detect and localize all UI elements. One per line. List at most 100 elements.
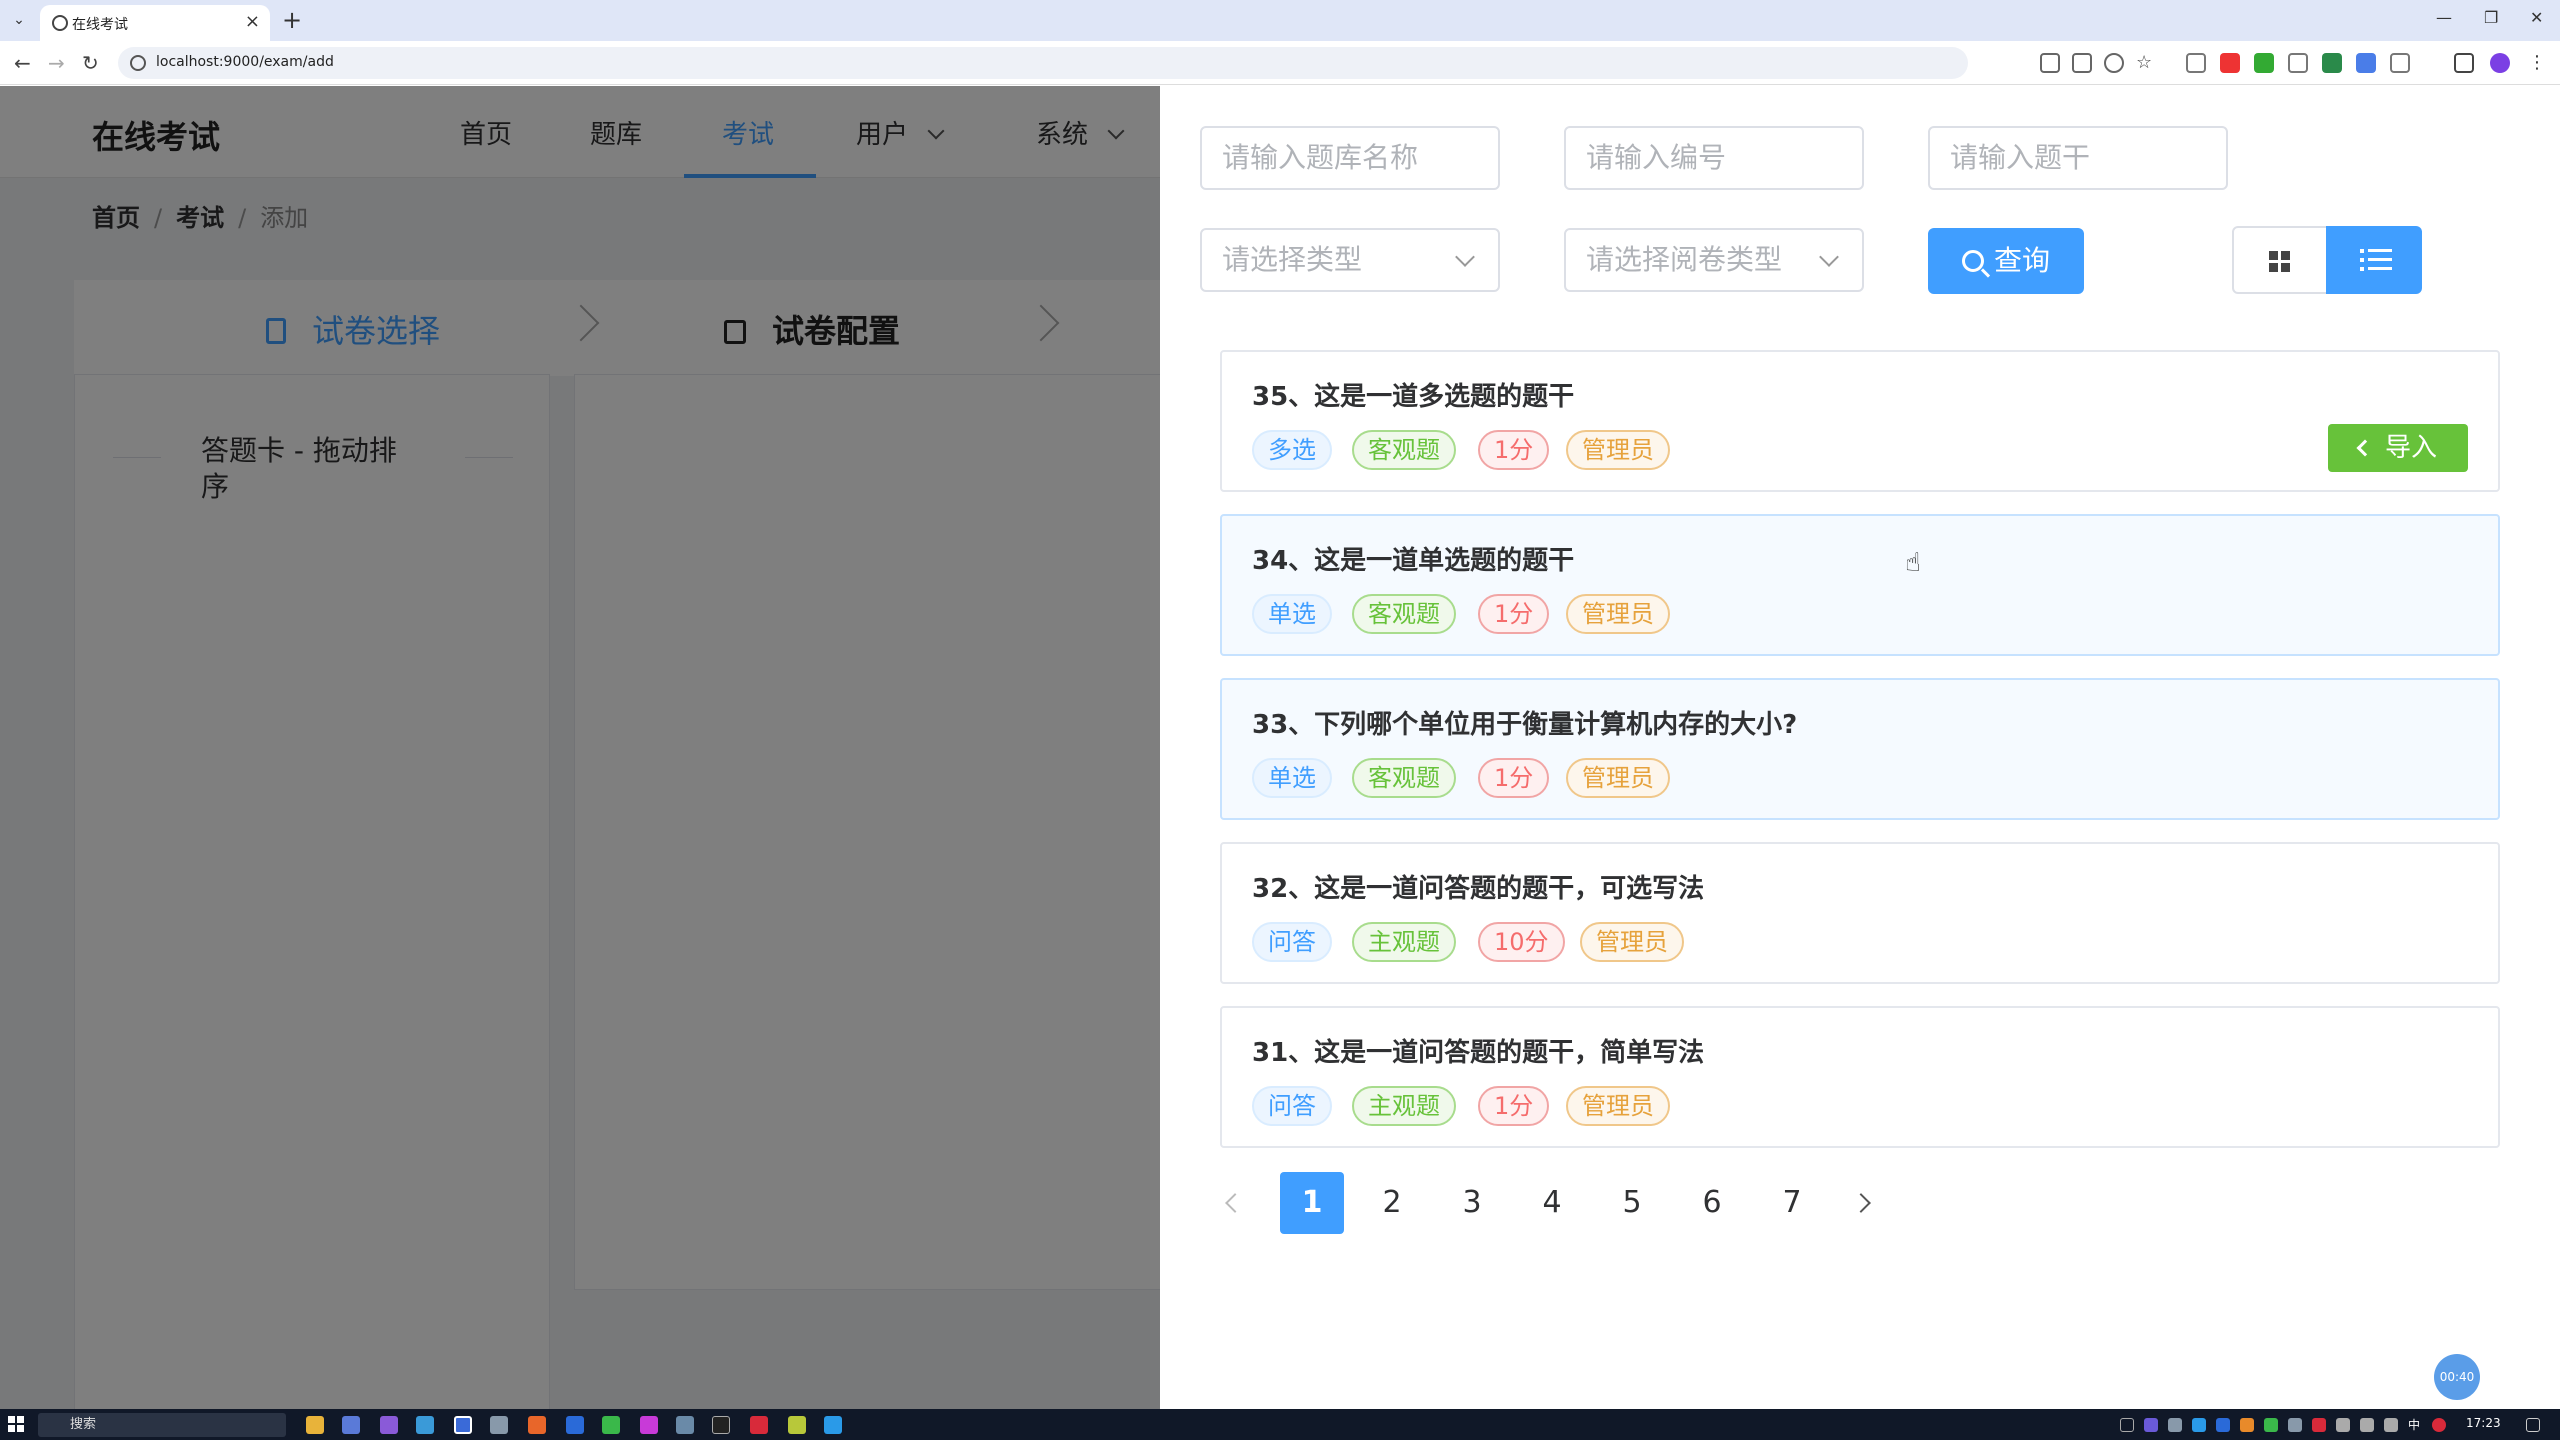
volume-icon[interactable] [2384,1418,2398,1432]
browser-tab[interactable]: 在线考试 × [40,5,270,41]
browser-menu-icon[interactable]: ⋮ [2528,53,2548,73]
notification-icon[interactable] [2526,1418,2540,1432]
tray-app-icon[interactable] [2192,1418,2206,1432]
grid-view-button[interactable] [2232,226,2328,294]
tray-app-icon[interactable] [2216,1418,2230,1432]
question-card[interactable]: 35、这是一道多选题的题干 多选 客观题 1分 管理员 导入 [1220,350,2500,492]
file-explorer-icon[interactable] [306,1416,324,1434]
tab-search-icon[interactable]: ⌄ [8,9,30,31]
tray-app-icon[interactable] [2336,1418,2350,1432]
bookmark-star-icon[interactable]: ☆ [2136,53,2156,73]
question-card[interactable]: 33、下列哪个单位用于衡量计算机内存的大小? 单选 客观题 1分 管理员 [1220,678,2500,820]
taskbar-app-icon[interactable] [380,1416,398,1434]
question-score-tag: 1分 [1478,758,1550,798]
page-7[interactable]: 7 [1760,1172,1824,1234]
reload-icon[interactable]: ↻ [82,51,99,75]
question-score-tag: 10分 [1478,922,1565,962]
extensions-puzzle-icon[interactable] [2390,53,2410,73]
page-3[interactable]: 3 [1440,1172,1504,1234]
page-6[interactable]: 6 [1680,1172,1744,1234]
minimize-icon[interactable]: — [2436,8,2452,27]
list-view-button[interactable] [2326,226,2422,294]
tray-app-icon[interactable] [2144,1418,2158,1432]
site-info-icon[interactable] [130,55,146,71]
close-window-icon[interactable]: ✕ [2530,8,2543,27]
extension-green-icon[interactable] [2254,53,2274,73]
taskbar-app-icon[interactable] [824,1416,842,1434]
review-type-select[interactable]: 请选择阅卷类型 [1564,228,1864,292]
tray-wechat-icon[interactable] [2264,1418,2278,1432]
page-2[interactable]: 2 [1360,1172,1424,1234]
type-select[interactable]: 请选择类型 [1200,228,1500,292]
screenshot-icon[interactable] [2186,53,2206,73]
question-type-tag: 多选 [1252,430,1332,470]
restore-icon[interactable]: ❐ [2484,8,2498,27]
tray-app-icon[interactable] [2432,1418,2446,1432]
forward-icon[interactable]: → [48,51,65,75]
new-tab-icon[interactable]: + [282,6,302,34]
tab-title: 在线考试 [72,17,128,33]
taskbar-app-icon[interactable] [342,1416,360,1434]
import-button-label: 导入 [2384,433,2437,463]
bank-name-input[interactable]: 请输入题库名称 [1200,126,1500,190]
taskbar-app-icon[interactable] [788,1416,806,1434]
jetbrains-icon[interactable] [712,1416,730,1434]
windows-start-icon[interactable] [8,1416,24,1432]
question-score-tag: 1分 [1478,430,1550,470]
stem-input[interactable]: 请输入题干 [1928,126,2228,190]
sidebar-icon[interactable] [2454,53,2474,73]
review-type-placeholder: 请选择阅卷类型 [1586,243,1783,276]
tray-app-icon[interactable] [2288,1418,2302,1432]
next-page-icon[interactable] [1851,1193,1871,1213]
taskbar-app-icon[interactable] [566,1416,584,1434]
wechat-icon[interactable] [602,1416,620,1434]
question-type-tag: 问答 [1252,922,1332,962]
taskbar-clock[interactable]: 17:23 [2466,1416,2501,1430]
taskbar-app-icon[interactable] [640,1416,658,1434]
question-author-tag: 管理员 [1566,430,1670,470]
question-card[interactable]: 32、这是一道问答题的题干，可选写法 问答 主观题 10分 管理员 [1220,842,2500,984]
code-input[interactable]: 请输入编号 [1564,126,1864,190]
address-bar-row: ← → ↻ localhost:9000/exam/add ☆ ⋮ [0,41,2560,85]
taskbar-search[interactable]: 搜索 [38,1413,286,1437]
search-button[interactable]: 查询 [1928,228,2084,294]
timer-badge[interactable]: 00:40 [2434,1354,2480,1400]
question-score-tag: 1分 [1478,594,1550,634]
network-icon[interactable] [2360,1418,2374,1432]
question-type-tag: 单选 [1252,594,1332,634]
vue-devtools-icon[interactable] [2322,53,2342,73]
tray-app-icon[interactable] [2168,1418,2182,1432]
page-5[interactable]: 5 [1600,1172,1664,1234]
question-card[interactable]: 34、这是一道单选题的题干 单选 客观题 1分 管理员 [1220,514,2500,656]
back-icon[interactable]: ← [14,51,31,75]
tray-app-icon[interactable] [2240,1418,2254,1432]
zoom-icon[interactable] [2104,53,2124,73]
profile-avatar[interactable] [2490,53,2510,73]
tray-app-icon[interactable] [2312,1418,2326,1432]
taskbar-search-label: 搜索 [70,1417,97,1432]
chevron-left-icon [2356,439,2374,457]
translate-icon[interactable] [2072,53,2092,73]
close-tab-icon[interactable]: × [245,11,260,32]
firefox-icon[interactable] [528,1416,546,1434]
taskbar-app-icon[interactable] [676,1416,694,1434]
prev-page-icon[interactable] [1225,1193,1245,1213]
chevron-down-icon [1819,247,1839,267]
ime-indicator[interactable]: 中 [2408,1418,2422,1432]
tray-chevron-icon[interactable] [2120,1418,2134,1432]
page-1[interactable]: 1 [1280,1172,1344,1234]
import-button[interactable]: 导入 [2328,424,2468,472]
settings-icon[interactable] [490,1416,508,1434]
translate-extension-icon[interactable] [2356,53,2376,73]
grid-icon [2269,251,2278,260]
shield-icon[interactable] [2220,53,2240,73]
chrome-icon[interactable] [454,1416,472,1434]
page-4[interactable]: 4 [1520,1172,1584,1234]
taskbar-app-icon[interactable] [416,1416,434,1434]
url-text: localhost:9000/exam/add [156,54,334,70]
copy-icon[interactable] [2288,53,2308,73]
key-icon[interactable] [2040,53,2060,73]
question-card[interactable]: 31、这是一道问答题的题干，简单写法 问答 主观题 1分 管理员 [1220,1006,2500,1148]
taskbar-app-icon[interactable] [750,1416,768,1434]
url-field[interactable]: localhost:9000/exam/add [118,47,1968,79]
